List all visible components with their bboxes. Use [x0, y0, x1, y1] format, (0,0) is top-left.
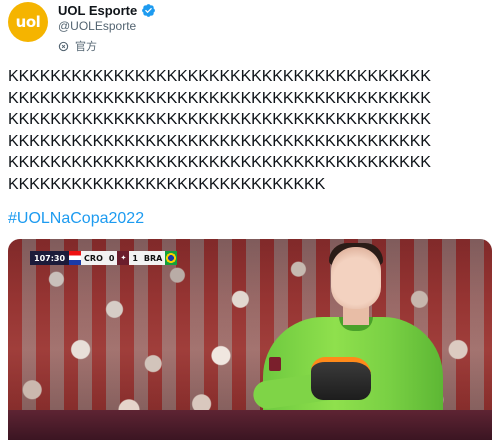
tweet-text-line: KKKKKKKKKKKKKKKKKKKKKKKKKKKKKKKKKKKKKKKK [8, 111, 431, 128]
hashtag-link[interactable]: #UOLNaCopa2022 [8, 210, 144, 228]
verified-badge-icon [142, 4, 156, 17]
scoreboard-overlay: 107:30 CRO 0 ✦ 1 BRA [30, 251, 178, 265]
away-score: 1 [129, 251, 141, 265]
tweet-media-image[interactable]: 107:30 CRO 0 ✦ 1 BRA [8, 239, 492, 440]
account-info: UOL Esporte @UOLEsporte 官方 [58, 3, 156, 54]
avatar-logo-text: uol [15, 13, 41, 31]
tweet-text-line: KKKKKKKKKKKKKKKKKKKKKKKKKKKKKKKKKKKKKKKK [8, 154, 431, 171]
tweet-text-line: KKKKKKKKKKKKKKKKKKKKKKKKKKKKKKKKKKKKKKKK [8, 89, 431, 107]
home-score: 0 [105, 251, 118, 265]
tweet-header: uol UOL Esporte @UOLEsporte 官方 [8, 2, 492, 53]
avatar[interactable]: uol [8, 2, 48, 42]
display-name[interactable]: UOL Esporte [58, 3, 137, 18]
match-clock: 107:30 [30, 251, 70, 265]
globe-icon [58, 41, 69, 51]
tweet-text-line: KKKKKKKKKKKKKKKKKKKKKKKKKKKKKKKKKKKKKKKK [8, 68, 431, 85]
official-label: 官方 [75, 41, 97, 53]
sleeve-badge [269, 357, 281, 371]
home-team: CRO [81, 251, 106, 265]
head [331, 247, 381, 309]
glove [311, 357, 371, 400]
tweet-text: KKKKKKKKKKKKKKKKKKKKKKKKKKKKKKKKKKKKKKKK… [8, 66, 494, 195]
away-team: BRA [140, 251, 166, 265]
advertising-board [8, 410, 492, 440]
tweet-text-line: KKKKKKKKKKKKKKKKKKKKKKKKKKKKKKKKKKKKKKKK [8, 132, 431, 150]
tweet-text-line: KKKKKKKKKKKKKKKKKKKKKKKKKKKKKK [8, 175, 326, 193]
account-meta: 官方 [58, 38, 156, 54]
account-handle[interactable]: @UOLEsporte [58, 19, 156, 33]
brazil-flag-icon [165, 251, 178, 265]
tournament-logo-icon: ✦ [117, 251, 130, 265]
croatia-flag-icon [69, 251, 82, 265]
